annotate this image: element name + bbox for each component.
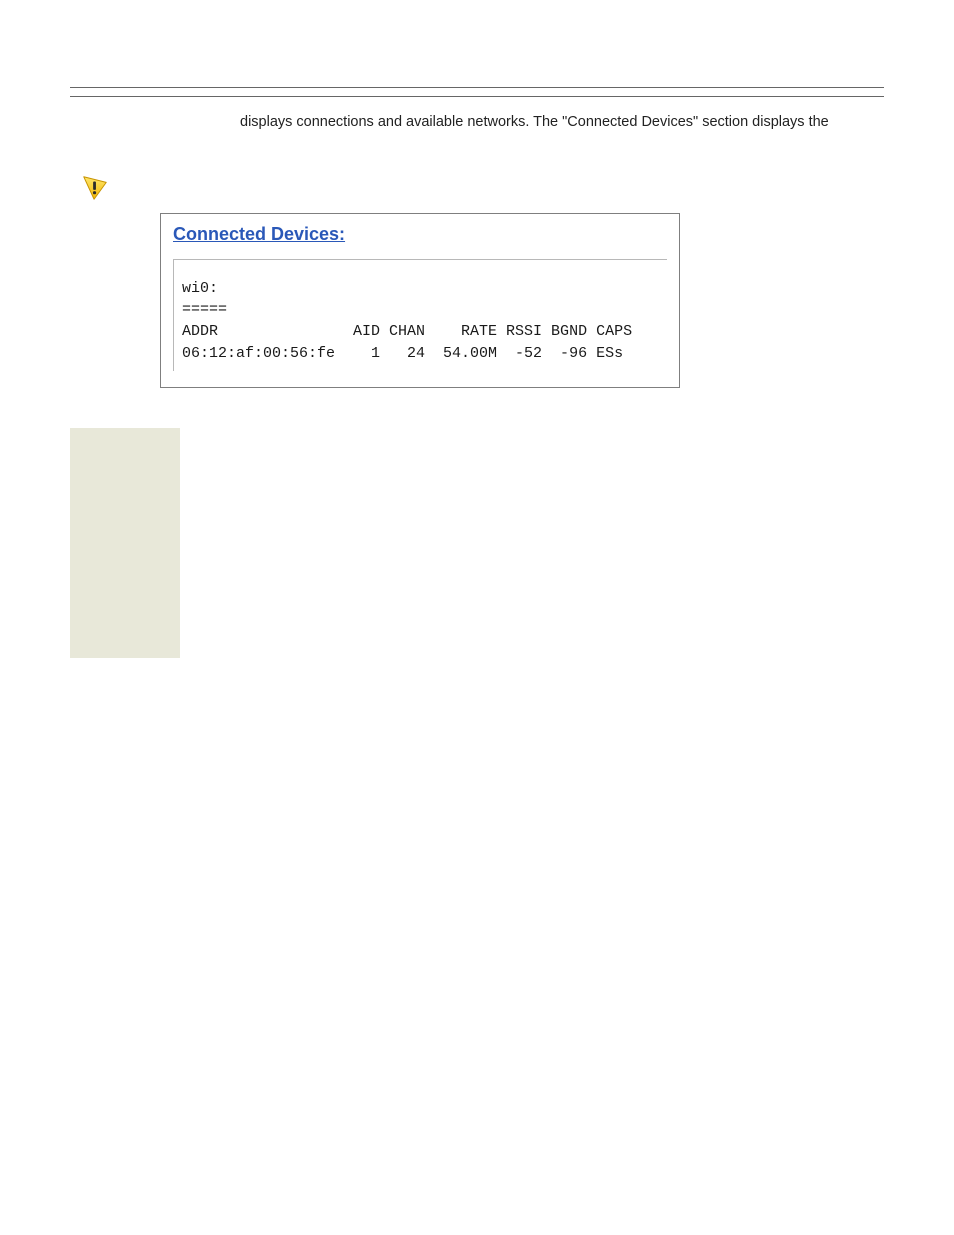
separator-line: =====	[182, 299, 657, 321]
intro-paragraph: displays connections and available netwo…	[70, 113, 884, 133]
page: displays connections and available netwo…	[0, 0, 954, 698]
horizontal-rule	[70, 96, 884, 97]
connected-devices-title: Connected Devices:	[173, 224, 345, 245]
device-listing-box: wi0: ===== ADDR AID CHAN RATE RSSI BGND …	[173, 259, 667, 371]
connected-devices-panel: Connected Devices: wi0: ===== ADDR AID C…	[160, 213, 680, 388]
device-row: 06:12:af:00:56:fe 1 24 54.00M -52 -96 ES…	[182, 343, 657, 365]
screenshot-container: Connected Devices: wi0: ===== ADDR AID C…	[160, 213, 884, 388]
warning-icon	[80, 173, 110, 203]
interface-name: wi0:	[182, 278, 657, 300]
warning-row	[70, 173, 884, 203]
page-header-spacer	[70, 60, 884, 88]
intro-text: displays connections and available netwo…	[240, 114, 829, 130]
left-sidebar-block	[70, 428, 180, 658]
column-headers: ADDR AID CHAN RATE RSSI BGND CAPS	[182, 321, 657, 343]
